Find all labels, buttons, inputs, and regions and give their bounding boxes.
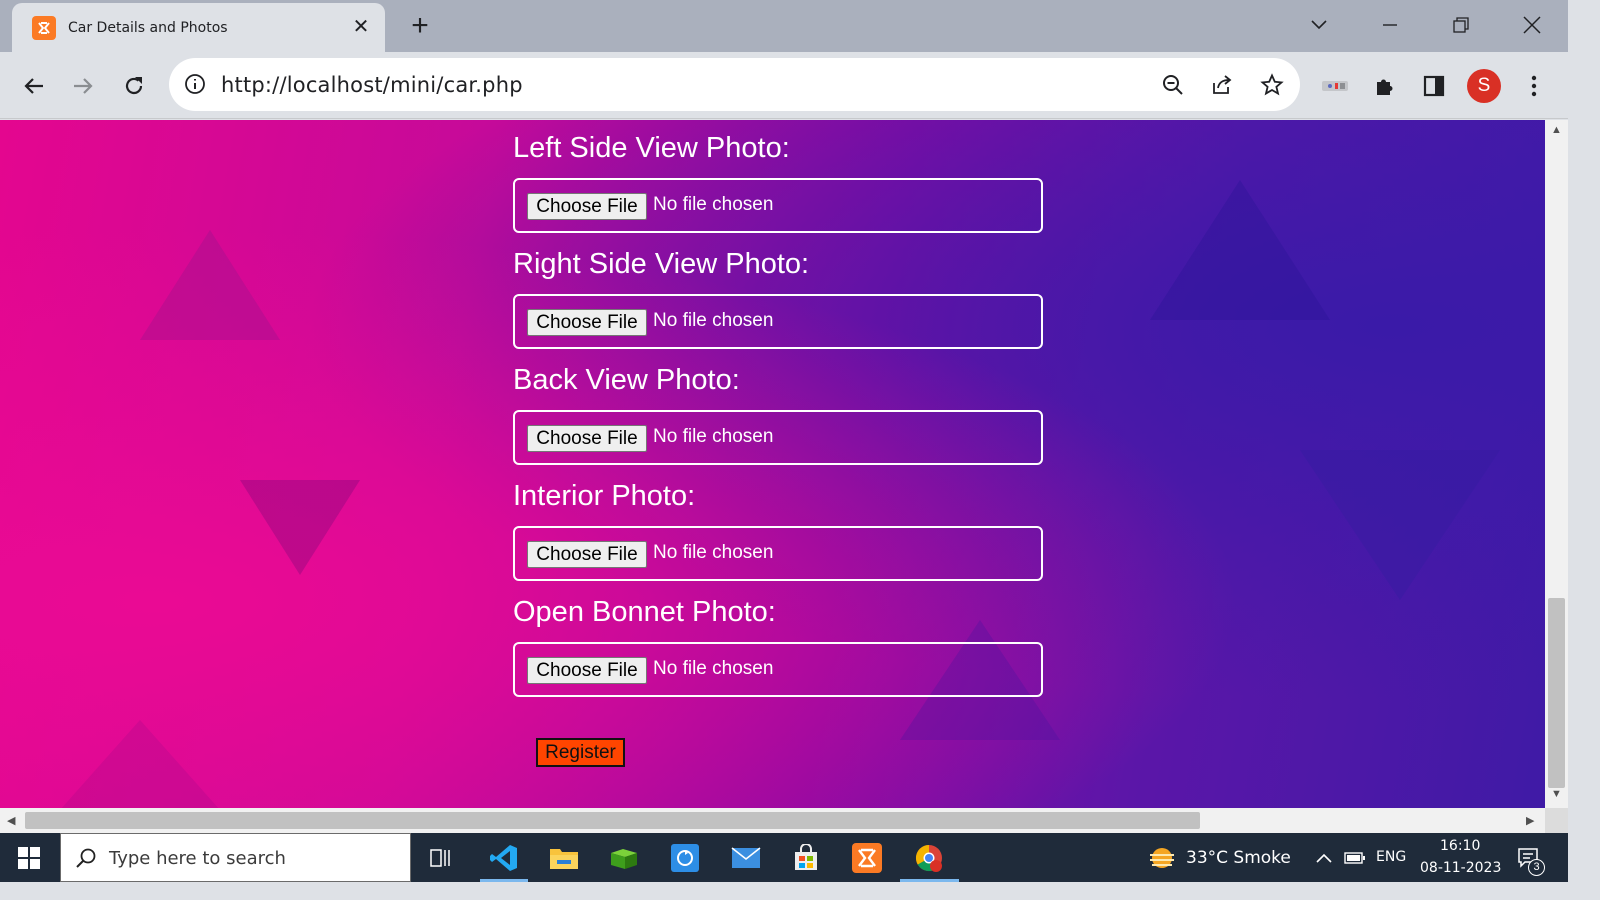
background-shape: [140, 230, 280, 340]
back-view-label: Back View Photo:: [513, 364, 740, 396]
active-indicator: [480, 879, 528, 882]
file-status: No file chosen: [653, 310, 774, 331]
taskbar-search[interactable]: Type here to search: [60, 833, 411, 882]
right-side-label: Right Side View Photo:: [513, 248, 810, 280]
file-status: No file chosen: [653, 194, 774, 215]
extension-icon[interactable]: [1319, 70, 1351, 102]
scroll-down-icon[interactable]: ▼: [1551, 788, 1562, 800]
windows-start-icon[interactable]: [18, 847, 40, 869]
file-status: No file chosen: [653, 542, 774, 563]
browser-tab[interactable]: Car Details and Photos ✕: [12, 3, 385, 52]
new-tab-button[interactable]: +: [405, 11, 435, 42]
scroll-up-icon[interactable]: ▲: [1551, 124, 1562, 136]
puzzle-icon[interactable]: [1369, 70, 1401, 102]
minecraft-launcher-icon[interactable]: [608, 842, 640, 874]
chevron-up-icon[interactable]: [1308, 842, 1340, 874]
scroll-left-icon[interactable]: ◀: [7, 814, 15, 827]
zoom-out-icon[interactable]: [1160, 72, 1186, 98]
vertical-scrollbar[interactable]: ▲ ▼: [1545, 120, 1568, 808]
share-icon[interactable]: [1209, 72, 1235, 98]
weather-text[interactable]: 33°C Smoke: [1186, 848, 1291, 868]
left-side-label: Left Side View Photo:: [513, 132, 790, 164]
chrome-icon[interactable]: [913, 842, 945, 874]
microsoft-store-icon[interactable]: [790, 842, 822, 874]
arrow-left-icon[interactable]: [18, 70, 50, 102]
notification-count-badge: 3: [1528, 859, 1545, 876]
address-bar[interactable]: http://localhost/mini/car.php: [169, 58, 1300, 111]
interior-label: Interior Photo:: [513, 480, 696, 512]
star-icon[interactable]: [1259, 72, 1285, 98]
open-bonnet-file-input[interactable]: Choose File No file chosen: [513, 642, 1043, 697]
minimize-icon[interactable]: [1375, 10, 1405, 40]
background-shape: [1150, 180, 1330, 320]
xampp-icon: [32, 15, 56, 40]
choose-file-button[interactable]: Choose File: [527, 425, 647, 452]
choose-file-button[interactable]: Choose File: [527, 193, 647, 220]
windows-taskbar: Type here to search 33°C Smoke ENG 16:10…: [0, 833, 1568, 882]
weather-icon[interactable]: [1146, 842, 1178, 874]
language-indicator[interactable]: ENG: [1376, 849, 1406, 865]
active-indicator: [900, 879, 959, 882]
xampp-taskbar-icon[interactable]: [851, 842, 883, 874]
search-placeholder: Type here to search: [109, 848, 286, 869]
kebab-menu-icon[interactable]: [1518, 70, 1550, 102]
close-tab-icon[interactable]: ✕: [351, 17, 371, 37]
register-button[interactable]: Register: [536, 738, 625, 767]
page-content: Left Side View Photo: Choose File No fil…: [0, 120, 1545, 808]
battery-icon[interactable]: [1339, 842, 1371, 874]
file-explorer-icon[interactable]: [548, 842, 580, 874]
file-status: No file chosen: [653, 426, 774, 447]
side-panel-icon[interactable]: [1418, 70, 1450, 102]
scroll-right-icon[interactable]: ▶: [1526, 814, 1534, 827]
background-shape: [240, 480, 360, 575]
tab-strip: Car Details and Photos ✕ +: [0, 0, 1568, 52]
left-side-file-input[interactable]: Choose File No file chosen: [513, 178, 1043, 233]
mail-icon[interactable]: [730, 842, 762, 874]
task-view-icon[interactable]: [424, 842, 456, 874]
browser-toolbar: http://localhost/mini/car.php S: [0, 52, 1568, 119]
choose-file-button[interactable]: Choose File: [527, 657, 647, 684]
background-shape: [60, 720, 220, 808]
reload-icon[interactable]: [118, 70, 150, 102]
arrow-right-icon[interactable]: [67, 70, 99, 102]
tab-search-icon[interactable]: [1304, 10, 1334, 40]
right-side-file-input[interactable]: Choose File No file chosen: [513, 294, 1043, 349]
scrollbar-corner: [1545, 808, 1568, 833]
background-shape: [1300, 450, 1500, 600]
clock-date[interactable]: 08-11-2023: [1420, 860, 1501, 876]
profile-avatar[interactable]: S: [1467, 69, 1501, 103]
vertical-scroll-thumb[interactable]: [1548, 598, 1565, 788]
choose-file-button[interactable]: Choose File: [527, 309, 647, 336]
clock-time[interactable]: 16:10: [1440, 838, 1480, 854]
horizontal-scroll-thumb[interactable]: [25, 812, 1200, 829]
info-icon[interactable]: [184, 73, 206, 95]
vscode-icon[interactable]: [488, 842, 520, 874]
sync-app-icon[interactable]: [669, 842, 701, 874]
close-window-icon[interactable]: [1517, 10, 1547, 40]
restore-icon[interactable]: [1446, 10, 1476, 40]
search-icon: [75, 847, 97, 874]
interior-file-input[interactable]: Choose File No file chosen: [513, 526, 1043, 581]
horizontal-scrollbar[interactable]: ◀ ▶: [0, 808, 1545, 833]
url-text[interactable]: http://localhost/mini/car.php: [221, 73, 523, 97]
open-bonnet-label: Open Bonnet Photo:: [513, 596, 776, 628]
tab-title: Car Details and Photos: [68, 19, 228, 36]
file-status: No file chosen: [653, 658, 774, 679]
back-view-file-input[interactable]: Choose File No file chosen: [513, 410, 1043, 465]
choose-file-button[interactable]: Choose File: [527, 541, 647, 568]
